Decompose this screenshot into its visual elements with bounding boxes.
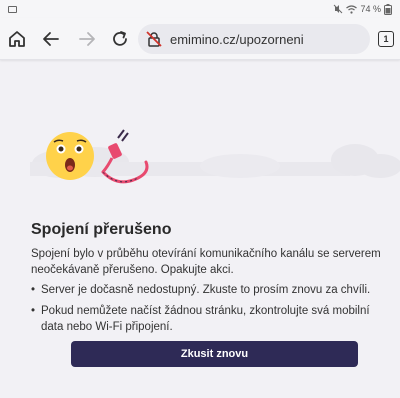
gallery-icon <box>8 5 17 13</box>
home-icon <box>9 31 25 47</box>
battery-icon <box>384 3 392 15</box>
error-description: Spojení bylo v průběhu otevírání komunik… <box>31 248 381 276</box>
status-bar: 74 % <box>0 0 400 18</box>
tabs-icon[interactable]: 1 <box>378 31 394 47</box>
wifi-icon <box>346 4 358 14</box>
url-text: emimino.cz/upozorneni <box>170 31 304 47</box>
browser-toolbar: emimino.cz/upozorneni 1 <box>0 18 400 60</box>
mute-icon <box>334 4 343 14</box>
page-title: Spojení přerušeno <box>31 221 172 238</box>
reload-button[interactable] <box>103 22 137 56</box>
reload-icon <box>113 31 127 46</box>
forward-button[interactable] <box>70 22 104 56</box>
error-page: Spojení přerušeno Spojení bylo v průběhu… <box>0 60 400 398</box>
shocked-face-icon <box>46 132 94 180</box>
suggestion-item: Pokud nemůžete načíst žádnou stránku, zk… <box>31 303 381 335</box>
suggestion-list: Server je dočasně nedostupný. Zkuste to … <box>31 282 381 340</box>
unplugged-cable-icon <box>101 129 149 184</box>
home-button[interactable] <box>0 22 34 56</box>
back-button[interactable] <box>34 22 68 56</box>
forward-icon <box>79 32 95 46</box>
battery-level: 74 % <box>360 4 381 14</box>
suggestion-item: Server je dočasně nedostupný. Zkuste to … <box>31 282 381 298</box>
retry-button[interactable]: Zkusit znovu <box>71 341 358 367</box>
connection-warning-icon[interactable] <box>146 31 162 47</box>
address-bar[interactable]: emimino.cz/upozorneni <box>138 24 370 54</box>
status-indicators: 74 % <box>333 3 392 15</box>
disconnect-illustration <box>46 129 149 184</box>
tab-count: 1 <box>383 34 389 44</box>
back-icon <box>43 32 59 46</box>
